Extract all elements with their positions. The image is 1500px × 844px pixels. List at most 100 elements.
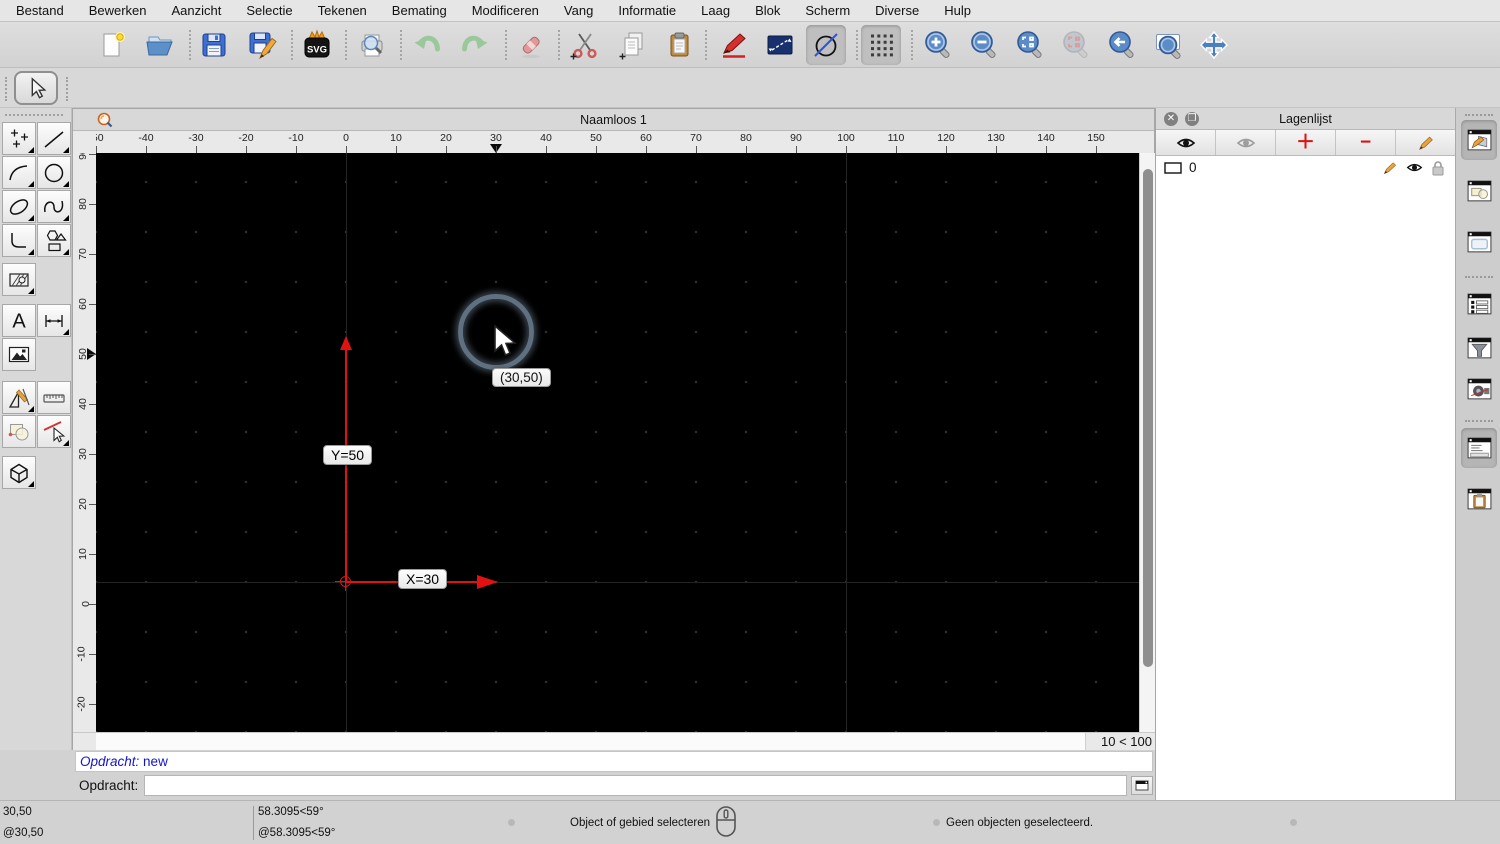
command-line-dock-button[interactable]: [1461, 428, 1497, 468]
zoom-selection-button[interactable]: [1056, 25, 1096, 65]
zoom-previous-icon: [1109, 31, 1134, 59]
remove-layer-button[interactable]: −: [1336, 130, 1396, 155]
paste-button[interactable]: [659, 25, 699, 65]
selection-tool-button[interactable]: [14, 71, 58, 105]
drawing-title-bar[interactable]: Naamloos 1: [73, 109, 1154, 131]
zoom-in-button[interactable]: [918, 25, 958, 65]
selection-dock-button[interactable]: [1461, 171, 1497, 211]
hruler-tick: [596, 146, 597, 153]
circle-tool-button[interactable]: [806, 25, 846, 65]
frame-dock-button[interactable]: [1461, 222, 1497, 262]
menu-item-tekenen[interactable]: Tekenen: [318, 3, 367, 18]
show-all-layers-button[interactable]: [1156, 130, 1216, 155]
menu-item-bewerken[interactable]: Bewerken: [89, 3, 147, 18]
menu-item-vang[interactable]: Vang: [564, 3, 593, 18]
menu-item-aanzicht[interactable]: Aanzicht: [172, 3, 222, 18]
pan-icon: [1200, 30, 1228, 60]
zoom-auto-button[interactable]: [1010, 25, 1050, 65]
close-panel-icon[interactable]: ✕: [1164, 112, 1178, 126]
vruler-tick: [89, 354, 96, 355]
add-layer-button[interactable]: ＋: [1276, 130, 1336, 155]
svg-export-button[interactable]: SVG: [297, 25, 337, 65]
menu-item-modificeren[interactable]: Modificeren: [472, 3, 539, 18]
edit-layer-button[interactable]: [1396, 130, 1455, 155]
horizontal-ruler: -50 -40 -30 -20 -10 0 10 20 30 40 50 60 70 80 90 100 110…: [96, 131, 1139, 153]
redo-button[interactable]: [454, 25, 494, 65]
new-file-button[interactable]: [93, 25, 133, 65]
save-as-button[interactable]: [242, 25, 282, 65]
copy-button[interactable]: [613, 25, 653, 65]
menu-item-selectie[interactable]: Selectie: [246, 3, 292, 18]
open-file-button[interactable]: [140, 25, 180, 65]
hruler-tick-label: 110: [887, 132, 905, 144]
drafting-tools-button[interactable]: [2, 381, 36, 414]
polyline-tool-button[interactable]: [2, 224, 36, 257]
shapes-tool-button[interactable]: [37, 224, 71, 257]
edit-pencil-icon[interactable]: [1382, 160, 1398, 176]
menu-item-informatie[interactable]: Informatie: [618, 3, 676, 18]
text-tool-button[interactable]: A: [2, 304, 36, 337]
menu-item-diverse[interactable]: Diverse: [875, 3, 919, 18]
print-preview-button[interactable]: [352, 25, 392, 65]
hatch-tool-button[interactable]: [2, 263, 36, 296]
grid-toggle-button[interactable]: [861, 25, 901, 65]
toolbar-drag-handle[interactable]: [66, 77, 68, 101]
layer-row[interactable]: 0: [1156, 156, 1455, 179]
command-input[interactable]: [144, 774, 1127, 796]
pan-button[interactable]: [1194, 25, 1234, 65]
menu-item-bestand[interactable]: Bestand: [16, 3, 64, 18]
dimension-tool-button[interactable]: [760, 25, 800, 65]
lock-icon[interactable]: [1431, 160, 1445, 176]
menu-item-laag[interactable]: Laag: [701, 3, 730, 18]
hruler-tick: [996, 146, 997, 153]
origin-marker: [335, 571, 355, 591]
y-axis-label: Y=50: [323, 445, 373, 465]
hruler-tick: [846, 146, 847, 153]
spline-tool-button[interactable]: [37, 190, 71, 223]
modify-shapes-button[interactable]: [2, 415, 36, 448]
arc-tool-button[interactable]: [2, 156, 36, 189]
circle-draw-button[interactable]: [37, 156, 71, 189]
view-dock-button[interactable]: [1461, 369, 1497, 409]
palette-drag-handle[interactable]: [5, 114, 63, 116]
toolbar-separator: [705, 30, 707, 60]
menu-item-scherm[interactable]: Scherm: [805, 3, 850, 18]
canvas-horizontal-scrollbar[interactable]: [96, 733, 1086, 750]
line-tool-button[interactable]: [37, 122, 71, 155]
draw-pen-button[interactable]: [714, 25, 754, 65]
y-axis-arrowhead: [340, 336, 352, 350]
eraser-button[interactable]: [511, 25, 551, 65]
solid-3d-button[interactable]: [2, 456, 36, 489]
zoom-previous-button[interactable]: [1102, 25, 1142, 65]
hide-all-layers-button[interactable]: [1216, 130, 1276, 155]
property-editor-dock-button[interactable]: [1461, 120, 1497, 160]
undo-button[interactable]: [408, 25, 448, 65]
scrollbar-thumb[interactable]: [1143, 169, 1153, 667]
toolbar-drag-handle[interactable]: [5, 77, 7, 101]
point-tool-button[interactable]: [2, 122, 36, 155]
menu-item-bemating[interactable]: Bemating: [392, 3, 447, 18]
dimension-button[interactable]: [37, 304, 71, 337]
canvas-vertical-scrollbar[interactable]: [1139, 153, 1155, 732]
menu-item-hulp[interactable]: Hulp: [944, 3, 971, 18]
menu-item-blok[interactable]: Blok: [755, 3, 780, 18]
drawing-canvas[interactable]: Y=50 X=30 (30,50): [96, 153, 1139, 732]
trim-tool-button[interactable]: [37, 415, 71, 448]
undock-panel-icon[interactable]: ❐: [1185, 112, 1199, 126]
layer-visible-eye-icon[interactable]: [1406, 159, 1423, 176]
dock-toolbar: [1455, 108, 1500, 800]
cut-button[interactable]: [564, 25, 604, 65]
clipboard-dock-button[interactable]: [1461, 479, 1497, 519]
command-window-toggle-button[interactable]: [1131, 775, 1153, 795]
zoom-window-button[interactable]: [1148, 25, 1188, 65]
dock-drag-handle[interactable]: [1465, 114, 1493, 116]
measure-tool-button[interactable]: [37, 381, 71, 414]
image-tool-button[interactable]: [2, 338, 36, 371]
filter-dock-button[interactable]: [1461, 328, 1497, 368]
zoom-out-button[interactable]: [964, 25, 1004, 65]
hruler-tick-label: 100: [837, 132, 855, 144]
save-button[interactable]: [194, 25, 234, 65]
layer-list-dock-button[interactable]: [1461, 284, 1497, 324]
vruler-tick-label: 70: [77, 248, 90, 260]
ellipse-tool-button[interactable]: [2, 190, 36, 223]
